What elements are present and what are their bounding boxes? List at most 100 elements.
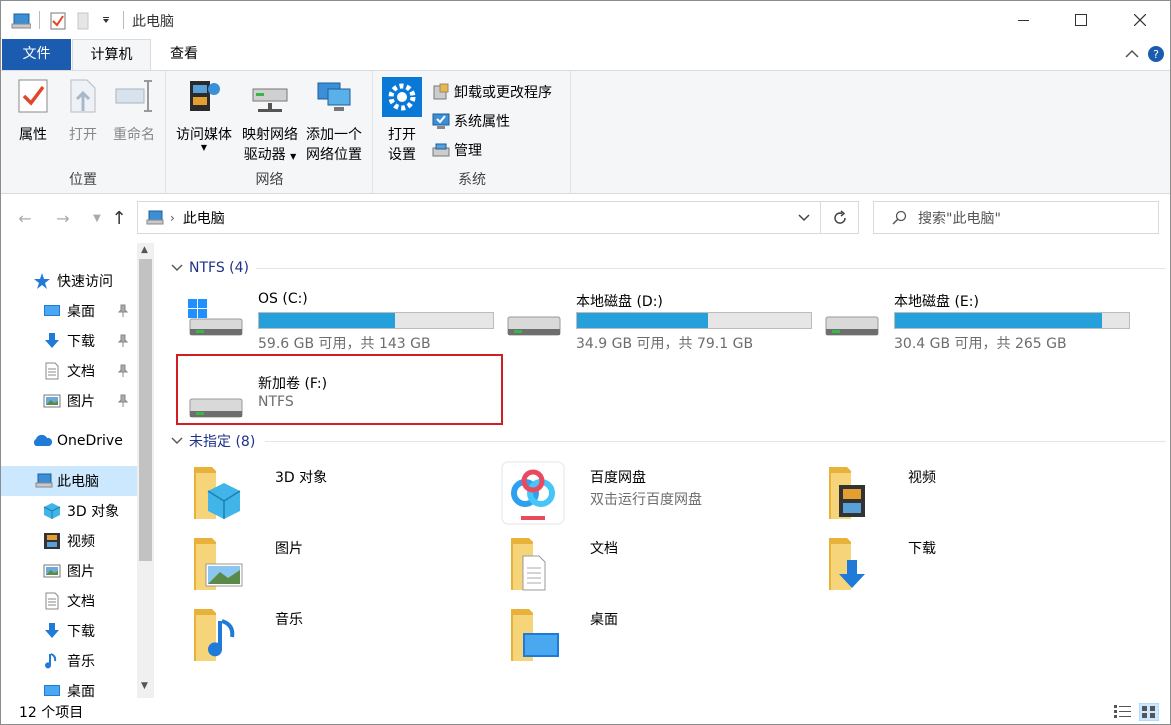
hard-drive-icon bbox=[825, 316, 879, 336]
network-location-icon bbox=[317, 82, 351, 111]
properties-icon bbox=[18, 79, 48, 113]
search-box[interactable]: 搜索"此电脑" bbox=[873, 201, 1159, 234]
open-settings-button[interactable]: 打开 设置 bbox=[380, 77, 424, 165]
computer-icon bbox=[35, 473, 53, 488]
add-network-location-button[interactable]: 添加一个 网络位置 bbox=[303, 77, 365, 165]
drive-usage-bar bbox=[258, 312, 494, 329]
tab-view[interactable]: 查看 bbox=[153, 39, 215, 70]
manage-button[interactable]: 管理 bbox=[432, 139, 482, 161]
desktop-icon bbox=[44, 685, 60, 696]
breadcrumb-separator-icon[interactable]: › bbox=[170, 211, 175, 225]
documents-folder-icon bbox=[511, 538, 546, 591]
folder-desktop[interactable]: 桌面 bbox=[501, 603, 801, 667]
help-icon[interactable]: ? bbox=[1147, 45, 1165, 67]
up-arrow-icon[interactable]: ↑ bbox=[109, 209, 129, 229]
download-arrow-icon bbox=[45, 333, 59, 348]
breadcrumb-path[interactable]: 此电脑 bbox=[183, 208, 225, 228]
rename-button[interactable]: 重命名 bbox=[109, 77, 159, 145]
sidebar-item-music[interactable]: 音乐 bbox=[1, 646, 137, 676]
folder-music[interactable]: 音乐 bbox=[186, 603, 486, 667]
pin-icon bbox=[117, 394, 129, 407]
sidebar-item-documents[interactable]: 文档 bbox=[1, 356, 137, 386]
open-button[interactable]: 打开 bbox=[63, 77, 103, 145]
recent-locations-chevron-icon[interactable]: ▼ bbox=[87, 209, 107, 229]
sidebar-scrollbar[interactable]: ▲ ▼ bbox=[137, 243, 154, 698]
access-media-button[interactable]: 访问媒体 ▼ bbox=[171, 77, 237, 152]
baidu-netdisk-icon bbox=[501, 461, 565, 525]
sidebar-item-videos[interactable]: 视频 bbox=[1, 526, 137, 556]
search-icon bbox=[892, 210, 907, 225]
ribbon-tabs: 文件 计算机 查看 ? bbox=[1, 39, 1170, 71]
scroll-down-arrow-icon[interactable]: ▼ bbox=[141, 681, 148, 691]
scroll-up-arrow-icon[interactable]: ▲ bbox=[141, 245, 148, 255]
document-icon bbox=[45, 592, 59, 610]
sidebar-item-downloads[interactable]: 下载 bbox=[1, 326, 137, 356]
network-drive-icon bbox=[252, 88, 288, 112]
cloud-icon bbox=[33, 434, 53, 446]
folder-3d-objects[interactable]: 3D 对象 bbox=[186, 461, 486, 525]
content-pane: NTFS (4) OS (C:) 59.6 GB 可用，共 143 GB 本地磁… bbox=[161, 243, 1170, 698]
highlight-box bbox=[176, 354, 503, 425]
map-network-drive-button[interactable]: 映射网络 驱动器 ▼ bbox=[239, 77, 301, 167]
folders-section-header[interactable]: 未指定 (8) bbox=[171, 431, 255, 451]
system-properties-button[interactable]: 系统属性 bbox=[432, 110, 510, 132]
sidebar-item-downloads-pc[interactable]: 下载 bbox=[1, 616, 137, 646]
refresh-button[interactable] bbox=[821, 201, 859, 234]
large-icons-view-icon[interactable] bbox=[1139, 703, 1159, 721]
music-folder-icon bbox=[194, 609, 235, 661]
close-button[interactable] bbox=[1117, 1, 1163, 39]
3d-cube-icon bbox=[43, 503, 61, 519]
sidebar-item-this-pc[interactable]: 此电脑 bbox=[1, 466, 137, 496]
sidebar-item-desktop[interactable]: 桌面 bbox=[1, 296, 137, 326]
folder-baidu-netdisk[interactable]: 百度网盘 双击运行百度网盘 bbox=[501, 461, 801, 525]
sidebar-item-pictures-pc[interactable]: 图片 bbox=[1, 556, 137, 586]
minimize-button[interactable] bbox=[1001, 1, 1047, 39]
forward-arrow-icon[interactable]: → bbox=[53, 209, 73, 229]
title-bar: 此电脑 bbox=[1, 1, 1170, 39]
download-arrow-icon bbox=[45, 623, 59, 638]
star-icon bbox=[34, 273, 50, 289]
collapse-chevron-icon bbox=[171, 437, 183, 444]
drive-e[interactable]: 本地磁盘 (E:) 30.4 GB 可用，共 265 GB bbox=[822, 287, 1132, 352]
address-bar[interactable]: › 此电脑 bbox=[137, 201, 821, 234]
properties-button[interactable]: 属性 bbox=[13, 77, 53, 145]
film-icon bbox=[44, 533, 60, 549]
pin-icon bbox=[117, 304, 129, 317]
maximize-button[interactable] bbox=[1058, 1, 1104, 39]
collapse-ribbon-chevron-icon[interactable] bbox=[1125, 47, 1139, 63]
customize-toolbar-chevron-icon[interactable] bbox=[101, 11, 111, 31]
uninstall-program-button[interactable]: 卸载或更改程序 bbox=[432, 81, 552, 103]
drives-section-header[interactable]: NTFS (4) bbox=[171, 258, 249, 278]
drive-d[interactable]: 本地磁盘 (D:) 34.9 GB 可用，共 79.1 GB bbox=[504, 287, 814, 352]
properties-quick-icon[interactable] bbox=[50, 11, 66, 31]
sidebar-item-pictures[interactable]: 图片 bbox=[1, 386, 137, 416]
folder-videos[interactable]: 视频 bbox=[819, 461, 1119, 525]
sidebar-item-desktop-pc[interactable]: 桌面 bbox=[1, 676, 137, 698]
manage-icon bbox=[432, 143, 450, 157]
tab-file[interactable]: 文件 bbox=[2, 39, 71, 70]
details-view-icon[interactable] bbox=[1113, 703, 1133, 721]
address-dropdown-chevron-icon[interactable] bbox=[798, 210, 810, 226]
settings-gear-icon bbox=[382, 77, 422, 117]
sidebar-item-documents-pc[interactable]: 文档 bbox=[1, 586, 137, 616]
system-properties-icon bbox=[432, 113, 450, 129]
sidebar-item-onedrive[interactable]: OneDrive bbox=[1, 426, 137, 456]
sidebar-item-3d-objects[interactable]: 3D 对象 bbox=[1, 496, 137, 526]
folder-pictures[interactable]: 图片 bbox=[186, 532, 486, 596]
scrollbar-thumb[interactable] bbox=[139, 259, 152, 561]
folder-documents[interactable]: 文档 bbox=[501, 532, 801, 596]
windows-drive-icon bbox=[188, 299, 243, 336]
hard-drive-icon bbox=[507, 316, 561, 336]
3d-objects-folder-icon bbox=[194, 467, 241, 519]
media-icon bbox=[190, 81, 220, 111]
tab-computer[interactable]: 计算机 bbox=[72, 39, 151, 71]
new-folder-quick-icon[interactable] bbox=[77, 11, 89, 31]
drive-c[interactable]: OS (C:) 59.6 GB 可用，共 143 GB bbox=[186, 287, 496, 352]
pictures-icon bbox=[43, 394, 61, 408]
sidebar-item-quick-access[interactable]: 快速访问 bbox=[1, 266, 137, 296]
back-arrow-icon[interactable]: ← bbox=[15, 209, 35, 229]
music-note-icon bbox=[45, 653, 57, 669]
collapse-chevron-icon bbox=[171, 264, 183, 271]
pictures-folder-icon bbox=[194, 538, 243, 590]
folder-downloads[interactable]: 下载 bbox=[819, 532, 1119, 596]
